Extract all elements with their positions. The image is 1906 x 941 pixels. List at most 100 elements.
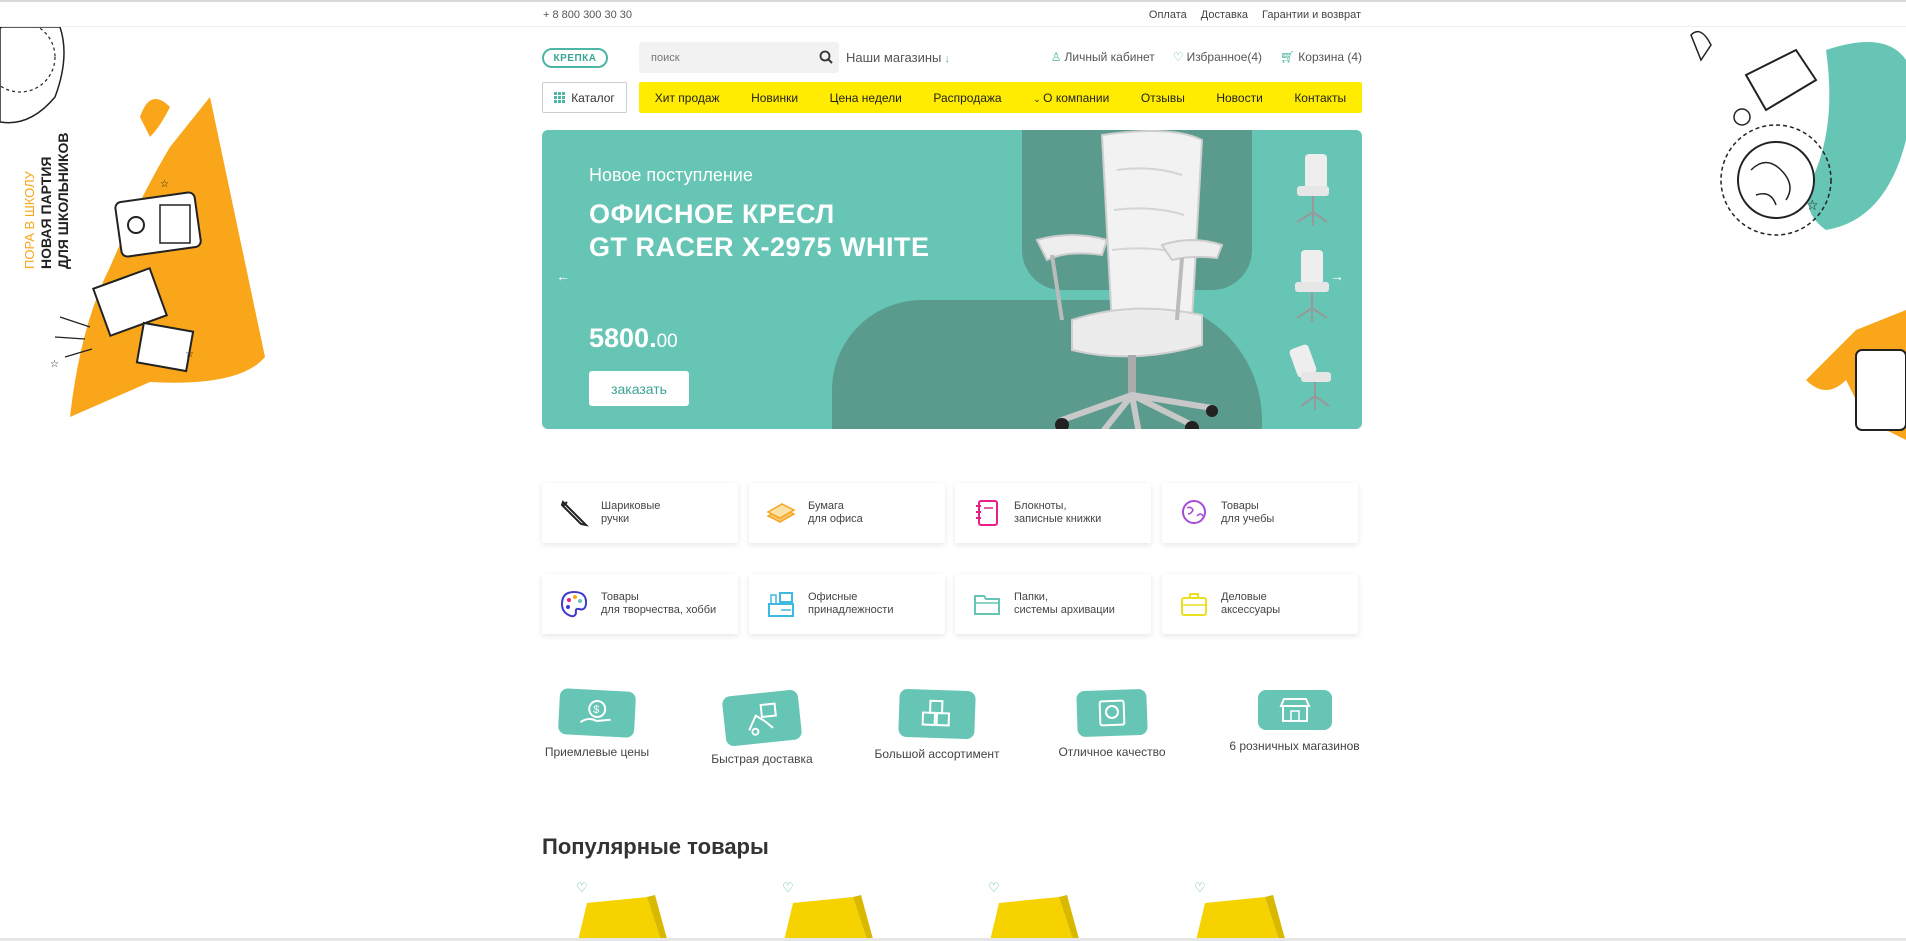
boxes-icon xyxy=(898,688,976,740)
nav-item-news[interactable]: Новости xyxy=(1216,91,1262,105)
category-card-office[interactable]: Офисные принадлежности xyxy=(749,574,945,634)
space-doodle-illustration: ☆ xyxy=(1690,30,1906,440)
office-desk-icon xyxy=(768,592,794,617)
feature-stores: 6 розничных магазинов xyxy=(1222,690,1367,753)
feature-label: Большой ассортимент xyxy=(874,747,1000,761)
category-card-pens[interactable]: Шариковые ручки xyxy=(542,483,738,543)
search-icon[interactable] xyxy=(819,50,833,64)
catalog-label: Каталог xyxy=(571,90,615,105)
nav-item-about[interactable]: ⌄ О компании xyxy=(1033,91,1109,105)
heart-icon: ♡ xyxy=(1172,50,1184,64)
cart-label: Корзина (4) xyxy=(1298,50,1362,64)
nav-item-reviews[interactable]: Отзывы xyxy=(1141,91,1185,105)
nav-menu: Хит продаж Новинки Цена недели Распродаж… xyxy=(639,82,1362,113)
nav-item-week-price[interactable]: Цена недели xyxy=(830,91,902,105)
product-card[interactable]: ♡ xyxy=(748,880,873,941)
category-label: Товары для творчества, хобби xyxy=(601,591,717,616)
feature-prices: $ Приемлевые цены xyxy=(542,688,652,759)
chair-thumbnail[interactable] xyxy=(1287,342,1337,412)
back-to-school-promo[interactable]: ☆ ☆ ☆ ПОРА В ШКОЛУ НОВАЯ ПАРТИЯ ДЛЯ ШКОЛ… xyxy=(0,21,280,427)
favorites-link[interactable]: ♡ Избранное(4) xyxy=(1173,50,1262,64)
user-icon: ♙ xyxy=(1050,50,1062,64)
svg-text:☆: ☆ xyxy=(1806,197,1819,213)
category-card-accessories[interactable]: Деловые аксессуары xyxy=(1162,574,1358,634)
category-label: Шариковые ручки xyxy=(601,500,661,525)
quality-icon xyxy=(1076,688,1148,738)
paper-stack-icon xyxy=(766,503,796,523)
header-links: ♙ Личный кабинет ♡ Избранное(4) 🛒︎ Корзина … xyxy=(1051,50,1362,64)
order-button[interactable]: заказать xyxy=(589,371,689,406)
category-label: Бумага для офиса xyxy=(808,500,863,525)
chair-thumbnail[interactable] xyxy=(1287,150,1337,228)
favorites-label: Избранное(4) xyxy=(1186,50,1263,64)
product-card[interactable]: ♡ xyxy=(542,880,667,941)
office-chair-image xyxy=(1035,130,1224,429)
feature-delivery: Быстрая доставка xyxy=(702,689,822,766)
category-card-study[interactable]: Товары для учебы xyxy=(1162,483,1358,543)
category-card-notebooks[interactable]: Блокноты, записные книжки xyxy=(955,483,1151,543)
top-bar: + 8 800 300 30 30 Оплата Доставка Гарант… xyxy=(0,0,1906,27)
price-cents: 00 xyxy=(656,331,678,352)
category-label: Офисные принадлежности xyxy=(808,591,894,616)
promo-line2: НОВАЯ ПАРТИЯ xyxy=(38,156,54,269)
catalog-button[interactable]: Каталог xyxy=(542,82,627,113)
folder-icon xyxy=(974,595,1000,615)
payment-link[interactable]: Оплата xyxy=(1149,9,1187,21)
search-box xyxy=(639,42,839,73)
phone-link[interactable]: + 8 800 300 30 30 xyxy=(543,9,632,21)
cart-link[interactable]: 🛒︎ Корзина (4) xyxy=(1280,50,1362,64)
feature-label: Отличное качество xyxy=(1058,745,1166,759)
prev-slide-arrow[interactable]: ← xyxy=(556,268,570,284)
notebook-product-image xyxy=(783,895,873,941)
popular-heading: Популярные товары xyxy=(542,834,769,859)
category-card-folders[interactable]: Папки, системы архивации xyxy=(955,574,1151,634)
site-logo[interactable]: КРЕПКА xyxy=(542,48,608,68)
category-label: Деловые аксессуары xyxy=(1221,591,1281,616)
grid-icon xyxy=(554,92,566,103)
category-card-paper[interactable]: Бумага для офиса xyxy=(749,483,945,543)
store-icon xyxy=(1257,690,1332,730)
svg-text:☆: ☆ xyxy=(185,349,194,360)
feature-quality: Отличное качество xyxy=(1047,688,1177,759)
product-card[interactable]: ♡ xyxy=(1160,880,1285,941)
svg-text:$: $ xyxy=(593,704,600,716)
nav-item-hits[interactable]: Хит продаж xyxy=(655,91,720,105)
stores-dropdown[interactable]: Наши магазины ↓ xyxy=(846,50,950,65)
nav-item-about-label: О компании xyxy=(1043,90,1110,105)
top-links: Оплата Доставка Гарантии и возврат xyxy=(1149,9,1361,21)
svg-text:☆: ☆ xyxy=(50,359,59,370)
nav-item-new[interactable]: Новинки xyxy=(751,91,798,105)
product-card[interactable]: ♡ xyxy=(954,880,1079,941)
feature-label: Приемлевые цены xyxy=(544,745,650,759)
header: КРЕПКА Наши магазины↓ ♙Личный кабинет ♡И… xyxy=(542,42,1362,78)
account-label: Личный кабинет xyxy=(1064,50,1155,64)
chair-thumbnail[interactable] xyxy=(1287,246,1337,324)
search-input[interactable] xyxy=(639,42,799,73)
main-nav: Каталог Хит продаж Новинки Цена недели Р… xyxy=(542,82,1362,113)
notebook-product-image xyxy=(1195,895,1285,941)
account-link[interactable]: ♙ Личный кабинет xyxy=(1051,50,1155,64)
feature-assortment: Большой ассортимент xyxy=(867,688,1007,761)
delivery-link[interactable]: Доставка xyxy=(1201,9,1248,21)
hero-banner[interactable]: Новое поступление ОФИСНОЕ КРЕСЛ GT RACER… xyxy=(542,130,1362,429)
features-row: $ Приемлевые цены Быстрая доставка Больш… xyxy=(542,688,1367,780)
banner-thumbnails xyxy=(1287,150,1337,429)
pen-icon xyxy=(560,500,589,527)
notebook-product-image xyxy=(989,895,1079,941)
feature-label: Быстрая доставка xyxy=(711,752,813,766)
banner-title-line2: GT RACER X-2975 WHITE xyxy=(589,232,930,262)
chevron-down-icon: ⌄ xyxy=(1033,93,1044,104)
promo-text: ПОРА В ШКОЛУ НОВАЯ ПАРТИЯ ДЛЯ ШКОЛЬНИКОВ xyxy=(22,132,72,269)
nav-item-sale[interactable]: Распродажа xyxy=(933,91,1001,105)
delivery-icon xyxy=(721,689,803,747)
notebook-icon xyxy=(976,500,998,526)
right-doodle-decoration: ☆ xyxy=(1686,20,1906,440)
banner-title: ОФИСНОЕ КРЕСЛ GT RACER X-2975 WHITE xyxy=(589,198,930,264)
feature-label: 6 розничных магазинов xyxy=(1229,739,1360,753)
nav-item-contacts[interactable]: Контакты xyxy=(1294,91,1346,105)
arrow-down-icon: ↓ xyxy=(944,53,950,65)
category-card-hobby[interactable]: Товары для творчества, хобби xyxy=(542,574,738,634)
promo-line3: ДЛЯ ШКОЛЬНИКОВ xyxy=(55,132,71,269)
globe-icon xyxy=(1182,500,1206,524)
warranty-link[interactable]: Гарантии и возврат xyxy=(1262,9,1361,21)
